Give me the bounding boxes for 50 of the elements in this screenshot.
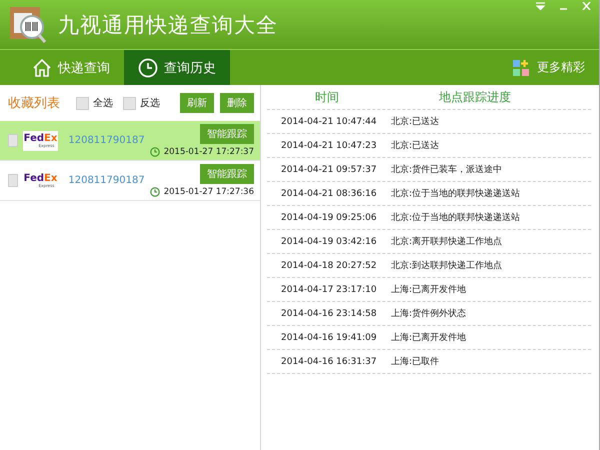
status-cell-text: 上海:已离开发件地 — [390, 332, 466, 344]
tracking-number[interactable]: 120811790187 — [68, 175, 145, 186]
saved-time: 2015-01-27 17:27:37 — [164, 147, 254, 157]
time-cell-text: 2014-04-18 20:27:52 — [280, 260, 378, 270]
status-cell-text: 北京:到达联邦快递工作地点 — [390, 260, 502, 272]
time-cell-text: 2014-04-21 10:47:23 — [280, 140, 378, 150]
time-cell-text: 2014-04-16 23:14:58 — [280, 308, 378, 318]
status-cell-text: 北京:货件已装车，派送途中 — [390, 164, 502, 176]
status-cell-text: 北京:离开联邦快递工作地点 — [390, 236, 502, 248]
status-cell-text: 北京:位于当地的联邦快递递送站 — [390, 212, 520, 224]
close-icon[interactable] — [582, 2, 591, 10]
column-header: 地点跟踪进度 — [438, 88, 511, 106]
track-button[interactable]: 智能跟踪 — [200, 124, 254, 144]
dropdown-icon[interactable] — [536, 2, 545, 10]
checkbox-label[interactable]: 全选 — [93, 96, 113, 110]
time-cell-text: 2014-04-21 09:57:37 — [280, 164, 378, 174]
time-cell-text: 2014-04-21 08:36:16 — [280, 188, 378, 198]
saved-time: 2015-01-27 17:27:36 — [164, 187, 254, 197]
window-title: 九视通用快递查询大全 — [58, 12, 278, 38]
status-cell-text: 上海:已取件 — [390, 356, 440, 368]
toolbar-button[interactable]: 刷新 — [180, 93, 214, 113]
clock-icon — [150, 147, 160, 157]
more-link[interactable]: 更多精彩 — [537, 59, 585, 76]
checkbox-label[interactable]: 反选 — [140, 96, 160, 110]
time-cell-text: 2014-04-16 19:41:09 — [280, 332, 378, 342]
tracking-number[interactable]: 120811790187 — [68, 135, 145, 146]
status-cell-text: 北京:位于当地的联邦快递递送站 — [390, 188, 520, 200]
time-cell-text: 2014-04-16 16:31:37 — [280, 356, 378, 366]
clock-icon — [138, 58, 158, 78]
checkbox[interactable] — [8, 134, 18, 147]
nav-tab[interactable]: 查询历史 — [124, 50, 230, 85]
status-cell-text: 上海:货件例外状态 — [390, 308, 466, 320]
home-icon — [32, 58, 52, 78]
time-cell-text: 2014-04-21 10:47:44 — [280, 116, 378, 126]
time-cell-text: 2014-04-17 23:17:10 — [280, 284, 378, 294]
toolbar-button[interactable]: 删除 — [220, 93, 254, 113]
status-cell-text: 北京:已送达 — [390, 140, 440, 152]
status-cell-text: 上海:已离开发件地 — [390, 284, 466, 296]
clock-icon — [150, 187, 160, 197]
list-title: 收藏列表 — [8, 95, 60, 112]
checkbox[interactable] — [8, 174, 18, 187]
status-cell-text: 北京:已送达 — [390, 116, 440, 128]
track-button[interactable]: 智能跟踪 — [200, 164, 254, 184]
time-cell-text: 2014-04-19 09:25:06 — [280, 212, 378, 222]
nav-tab[interactable]: 快递查询 — [18, 50, 124, 85]
checkbox[interactable] — [123, 96, 136, 110]
apps-icon[interactable] — [513, 60, 529, 76]
time-cell-text: 2014-04-19 03:42:16 — [280, 236, 378, 246]
column-header: 时间 — [314, 88, 340, 106]
checkbox[interactable] — [76, 96, 89, 110]
